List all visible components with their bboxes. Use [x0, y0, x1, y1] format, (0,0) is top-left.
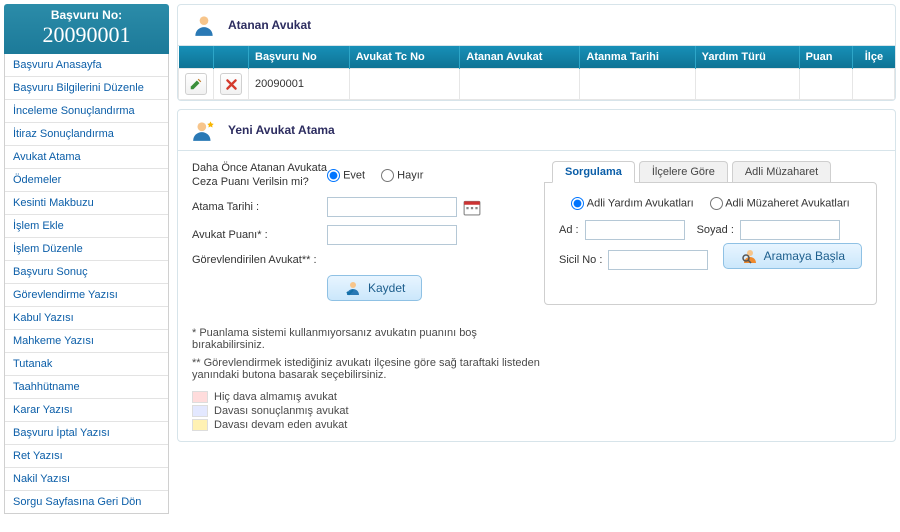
- sidebar-item-iptal-yazisi[interactable]: Başvuru İptal Yazısı: [5, 421, 168, 444]
- legend-item: Davası sonuçlanmış avukat: [192, 405, 552, 417]
- search-button[interactable]: Aramaya Başla: [723, 243, 862, 269]
- cell-puan: [799, 69, 853, 100]
- main: Atanan Avukat Başvuru No Avukat Tc No At…: [177, 4, 896, 514]
- sidebar-item-islem-duzenle[interactable]: İşlem Düzenle: [5, 237, 168, 260]
- th-blank2: [214, 46, 249, 69]
- legend-swatch-blue: [192, 405, 208, 417]
- table-row: 20090001: [179, 69, 895, 100]
- sidebar-item-karar-yazisi[interactable]: Karar Yazısı: [5, 398, 168, 421]
- sidebar-item-tutanak[interactable]: Tutanak: [5, 352, 168, 375]
- label-gorevlendirilen: Görevlendirilen Avukat** :: [192, 253, 327, 267]
- input-soyad[interactable]: [740, 220, 840, 240]
- panel-title: Atanan Avukat: [228, 18, 311, 32]
- th-yardim-turu: Yardım Türü: [695, 46, 799, 69]
- sidebar-item-ret-yazisi[interactable]: Ret Yazısı: [5, 444, 168, 467]
- note-1: * Puanlama sistemi kullanmıyorsanız avuk…: [192, 327, 552, 351]
- sidebar-item-avukat-atama[interactable]: Avukat Atama: [5, 145, 168, 168]
- cell-ilce: [853, 69, 895, 100]
- sidebar-item-nakil-yazisi[interactable]: Nakil Yazısı: [5, 467, 168, 490]
- label-sicil-no: Sicil No :: [559, 254, 602, 266]
- sidebar-item-islem-ekle[interactable]: İşlem Ekle: [5, 214, 168, 237]
- th-tc-no: Avukat Tc No: [349, 46, 460, 69]
- sidebar-item-bilgileri-duzenle[interactable]: Başvuru Bilgilerini Düzenle: [5, 76, 168, 99]
- edit-row-button[interactable]: [185, 73, 207, 95]
- sidebar-item-itiraz[interactable]: İtiraz Sonuçlandırma: [5, 122, 168, 145]
- panel-yeni-atama: Yeni Avukat Atama Daha Önce Atanan Avuka…: [177, 109, 896, 442]
- th-atanan-avukat: Atanan Avukat: [460, 46, 580, 69]
- cell-avukat: [460, 69, 580, 100]
- tabs: Sorgulama İlçelere Göre Adli Müzaharet: [544, 161, 881, 183]
- panel-title-new: Yeni Avukat Atama: [228, 123, 335, 137]
- tab-adli-muzaharet[interactable]: Adli Müzaharet: [732, 161, 831, 183]
- label-soyad: Soyad :: [697, 224, 734, 236]
- save-icon: [344, 279, 362, 297]
- radio-adli-yardim[interactable]: Adli Yardım Avukatları: [571, 197, 693, 210]
- sidebar-item-gorevlendirme-yazisi[interactable]: Görevlendirme Yazısı: [5, 283, 168, 306]
- sidebar-item-mahkeme-yazisi[interactable]: Mahkeme Yazısı: [5, 329, 168, 352]
- assigned-table: Başvuru No Avukat Tc No Atanan Avukat At…: [178, 46, 895, 100]
- legend-swatch-pink: [192, 391, 208, 403]
- sidebar-item-kesinti[interactable]: Kesinti Makbuzu: [5, 191, 168, 214]
- label-atama-tarihi: Atama Tarihi :: [192, 201, 327, 213]
- input-avukat-puani[interactable]: [327, 225, 457, 245]
- legend-item: Hiç dava almamış avukat: [192, 391, 552, 403]
- radio-evet[interactable]: Evet: [327, 169, 365, 182]
- th-atanma-tarihi: Atanma Tarihi: [580, 46, 695, 69]
- sidebar-item-odemeler[interactable]: Ödemeler: [5, 168, 168, 191]
- label-penalty: Daha Önce Atanan Avukata Ceza Puanı Veri…: [192, 161, 327, 189]
- legend-item: Davası devam eden avukat: [192, 419, 552, 431]
- sidebar-item-inceleme[interactable]: İnceleme Sonuçlandırma: [5, 99, 168, 122]
- sidebar-item-anasayfa[interactable]: Başvuru Anasayfa: [5, 54, 168, 76]
- legend-swatch-yellow: [192, 419, 208, 431]
- panel-atanan-avukat: Atanan Avukat Başvuru No Avukat Tc No At…: [177, 4, 896, 101]
- cell-tur: [695, 69, 799, 100]
- search-icon: [740, 247, 758, 265]
- radio-adli-muzaheret[interactable]: Adli Müzaheret Avukatları: [710, 197, 850, 210]
- cell-basvuru-no: 20090001: [249, 69, 350, 100]
- delete-row-button[interactable]: [220, 73, 242, 95]
- th-blank1: [179, 46, 214, 69]
- label-avukat-puani: Avukat Puanı* :: [192, 229, 327, 241]
- sidebar-item-taahhutname[interactable]: Taahhütname: [5, 375, 168, 398]
- input-sicil-no[interactable]: [608, 250, 708, 270]
- radio-hayir[interactable]: Hayır: [381, 169, 423, 182]
- input-ad[interactable]: [585, 220, 685, 240]
- tab-body: Adli Yardım Avukatları Adli Müzaheret Av…: [544, 182, 877, 305]
- sidebar-nav: Başvuru Anasayfa Başvuru Bilgilerini Düz…: [4, 54, 169, 514]
- tab-sorgulama[interactable]: Sorgulama: [552, 161, 635, 183]
- note-2: ** Görevlendirmek istediğiniz avukatı il…: [192, 357, 552, 381]
- th-ilce: İlçe: [853, 46, 895, 69]
- basvuru-no-label: Başvuru No:: [4, 8, 169, 22]
- cell-tc: [349, 69, 460, 100]
- sidebar-header: Başvuru No: 20090001: [4, 4, 169, 54]
- tab-ilcelere-gore[interactable]: İlçelere Göre: [639, 161, 728, 183]
- cell-tarih: [580, 69, 695, 100]
- sidebar-item-geri-don[interactable]: Sorgu Sayfasına Geri Dön: [5, 490, 168, 513]
- user-icon: [190, 11, 218, 39]
- calendar-icon[interactable]: [463, 198, 481, 216]
- save-button[interactable]: Kaydet: [327, 275, 422, 301]
- input-atama-tarihi[interactable]: [327, 197, 457, 217]
- label-ad: Ad :: [559, 224, 579, 236]
- basvuru-no-value: 20090001: [4, 22, 169, 48]
- sidebar-item-basvuru-sonuc[interactable]: Başvuru Sonuç: [5, 260, 168, 283]
- sidebar: Başvuru No: 20090001 Başvuru Anasayfa Ba…: [4, 4, 169, 514]
- th-puan: Puan: [799, 46, 853, 69]
- user-star-icon: [190, 116, 218, 144]
- sidebar-item-kabul-yazisi[interactable]: Kabul Yazısı: [5, 306, 168, 329]
- th-basvuru-no: Başvuru No: [249, 46, 350, 69]
